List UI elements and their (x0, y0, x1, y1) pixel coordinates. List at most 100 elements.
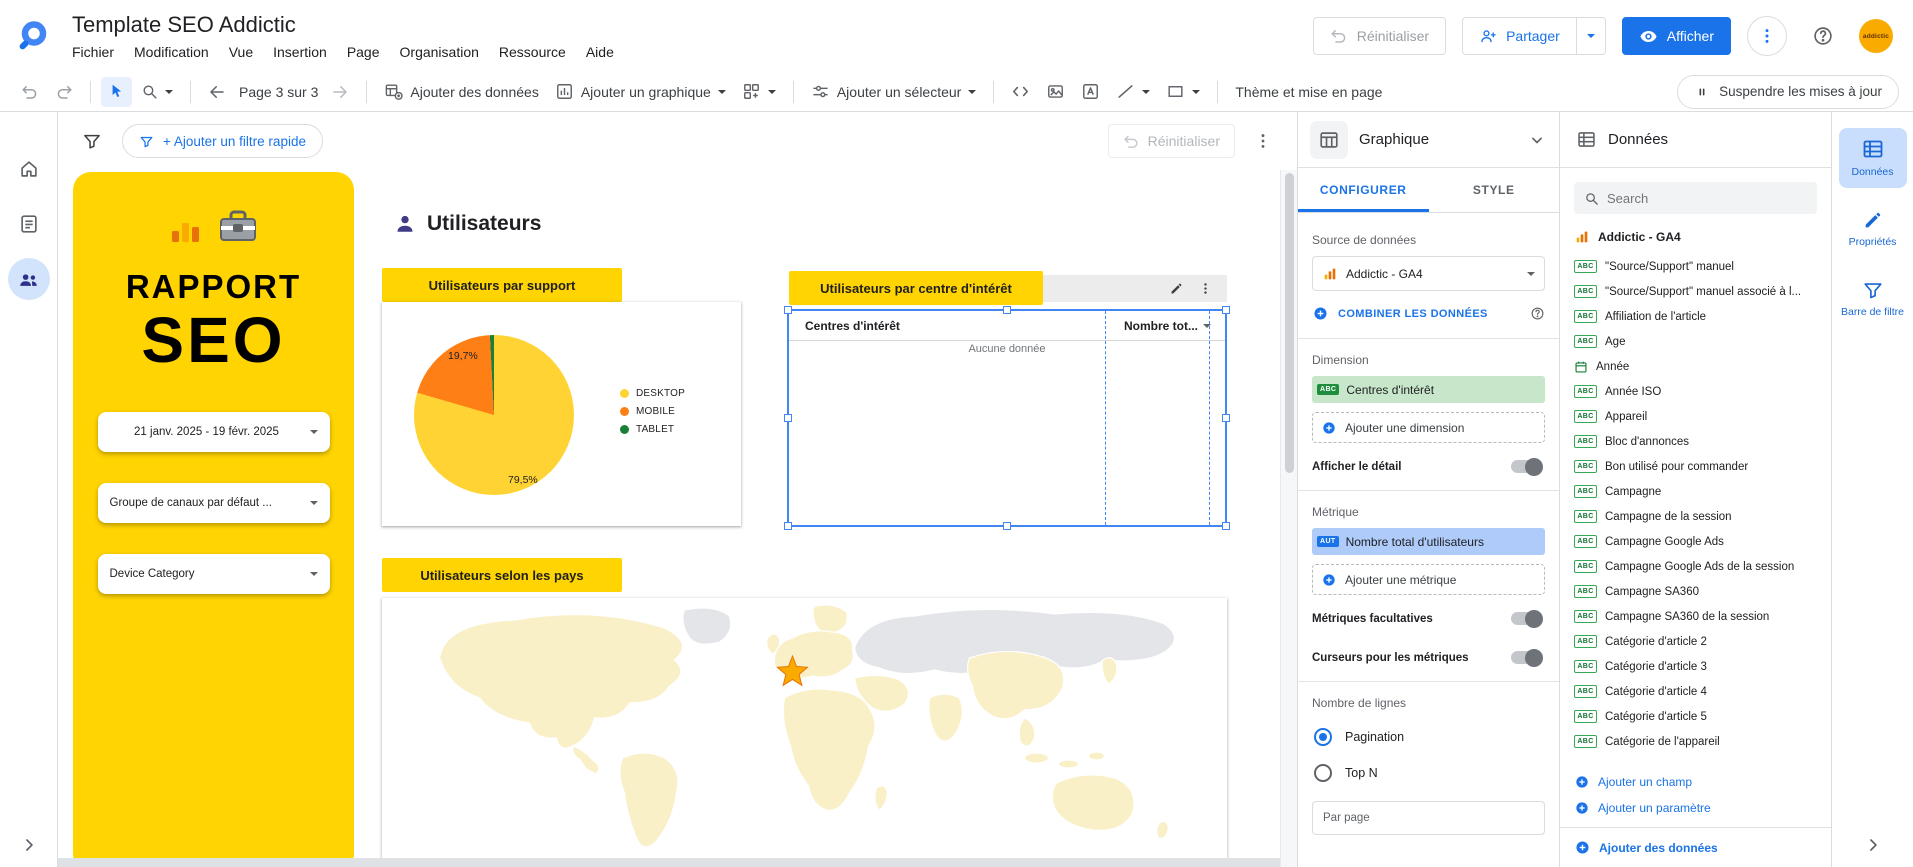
add-quick-filter-chip[interactable]: + Ajouter un filtre rapide (122, 124, 323, 158)
help-button[interactable] (1803, 16, 1843, 56)
field-item[interactable]: Année (1560, 354, 1831, 379)
tab-style[interactable]: STYLE (1429, 168, 1560, 212)
page-indicator[interactable]: Page 3 sur 3 (235, 84, 322, 100)
reset-button[interactable]: Réinitialiser (1312, 17, 1447, 55)
field-item[interactable]: ABC Catégorie de l'appareil (1560, 729, 1831, 754)
field-item[interactable]: ABC Campagne Google Ads de la session (1560, 554, 1831, 579)
field-item[interactable]: ABC Catégorie d'article 2 (1560, 629, 1831, 654)
add-metric-button[interactable]: Ajouter une métrique (1312, 564, 1545, 595)
field-item[interactable]: ABC Campagne (1560, 479, 1831, 504)
redo-button[interactable] (48, 77, 80, 107)
field-item[interactable]: ABC Catégorie d'article 3 (1560, 654, 1831, 679)
resize-handle[interactable] (1003, 306, 1011, 314)
rail-data-button[interactable]: Données (1838, 128, 1907, 189)
undo-button[interactable] (14, 77, 46, 107)
text-tool-button[interactable] (1074, 77, 1107, 107)
field-item[interactable]: ABC Affiliation de l'article (1560, 304, 1831, 329)
resize-handle[interactable] (784, 306, 792, 314)
field-item[interactable]: ABC Année ISO (1560, 379, 1831, 404)
chart-more-icon[interactable] (1196, 279, 1215, 298)
menu-vue[interactable]: Vue (219, 41, 263, 63)
menu-modification[interactable]: Modification (124, 41, 219, 63)
menu-organisation[interactable]: Organisation (390, 41, 489, 63)
rail-properties-button[interactable]: Propriétés (1839, 200, 1907, 258)
field-item[interactable]: ABC Catégorie d'article 5 (1560, 704, 1831, 729)
menu-ressource[interactable]: Ressource (489, 41, 576, 63)
view-button[interactable]: Afficher (1621, 17, 1731, 55)
field-item[interactable]: ABC Appareil (1560, 404, 1831, 429)
resize-handle[interactable] (1222, 306, 1230, 314)
canvas-reset-button[interactable]: Réinitialiser (1107, 124, 1235, 158)
page-previous-button[interactable] (201, 77, 233, 107)
filter-bar-more-button[interactable] (1253, 131, 1273, 151)
looker-studio-logo[interactable] (14, 17, 52, 55)
add-data-button[interactable]: Ajouter des données (377, 77, 545, 107)
image-tool-button[interactable] (1039, 77, 1072, 107)
menu-aide[interactable]: Aide (576, 41, 624, 63)
field-item[interactable]: ABC Âge (1560, 329, 1831, 354)
add-dimension-button[interactable]: Ajouter une dimension (1312, 412, 1545, 443)
resize-handle[interactable] (1222, 522, 1230, 530)
select-tool-button[interactable] (101, 76, 132, 107)
shape-tool-button[interactable] (1159, 77, 1207, 107)
metric-sliders-toggle[interactable] (1511, 648, 1543, 667)
field-item[interactable]: ABC Campagne de la session (1560, 504, 1831, 529)
collapse-rail-chevron[interactable] (19, 835, 39, 855)
field-item[interactable]: ABC "Source/Support" manuel (1560, 254, 1831, 279)
community-visualizations-button[interactable] (735, 77, 783, 107)
channel-group-control[interactable]: Groupe de canaux par défaut ... (97, 483, 330, 523)
share-button[interactable]: Partager (1462, 17, 1576, 55)
field-item[interactable]: ABC Bloc d'annonces (1560, 429, 1831, 454)
blend-data-button[interactable]: COMBINER LES DONNÉES (1312, 291, 1545, 334)
optional-metrics-toggle[interactable] (1511, 609, 1543, 628)
data-source-selector[interactable]: Addictic - GA4 (1312, 256, 1545, 291)
more-options-button[interactable] (1747, 16, 1787, 56)
device-category-control[interactable]: Device Category (97, 554, 330, 594)
page-next-button[interactable] (324, 77, 356, 107)
pagination-option[interactable]: Pagination (1312, 719, 1545, 755)
menu-insertion[interactable]: Insertion (263, 41, 337, 63)
top-n-option[interactable]: Top N (1312, 755, 1545, 791)
add-chart-button[interactable]: Ajouter un graphique (548, 77, 733, 107)
field-item[interactable]: ABC Bon utilisé pour commander (1560, 454, 1831, 479)
canvas-scroll-region[interactable]: RAPPORT SEO 21 janv. 2025 - 19 févr. 202… (58, 170, 1297, 867)
drill-down-toggle[interactable] (1511, 457, 1543, 476)
chart-users-by-interest[interactable]: Utilisateurs par centre d'intérêt Centre… (784, 271, 1230, 530)
menu-fichier[interactable]: Fichier (62, 41, 124, 63)
resize-handle[interactable] (784, 522, 792, 530)
table-column-metric[interactable]: Nombre tot... (1124, 319, 1211, 333)
canvas-vertical-scrollbar[interactable] (1280, 170, 1297, 867)
tab-configure[interactable]: CONFIGURER (1298, 168, 1429, 212)
field-item[interactable]: ABC Campagne SA360 (1560, 579, 1831, 604)
reports-nav-button[interactable] (8, 203, 50, 245)
resize-handle[interactable] (1222, 414, 1230, 422)
field-item[interactable]: ABC "Source/Support" manuel associé à l..… (1560, 279, 1831, 304)
resize-handle[interactable] (784, 414, 792, 422)
avatar[interactable]: addictic (1859, 19, 1893, 53)
selected-table-chart[interactable]: Centres d'intérêt Nombre tot... Aucune d… (784, 306, 1230, 530)
sharing-nav-button[interactable] (7, 258, 50, 300)
field-item[interactable]: ABC Campagne SA360 de la session (1560, 604, 1831, 629)
collapse-right-rail-chevron[interactable] (1863, 835, 1883, 855)
add-data-footer-button[interactable]: Ajouter des données (1560, 827, 1831, 867)
add-selector-button[interactable]: Ajouter un sélecteur (804, 77, 984, 107)
blend-help-icon[interactable] (1530, 306, 1545, 321)
report-page[interactable]: RAPPORT SEO 21 janv. 2025 - 19 févr. 202… (58, 170, 1280, 858)
per-page-field[interactable]: Par page (1312, 801, 1545, 835)
add-parameter-button[interactable]: Ajouter un paramètre (1560, 795, 1831, 821)
embed-tool-button[interactable] (1004, 77, 1037, 107)
collapse-panel-chevron[interactable] (1527, 130, 1547, 150)
table-column-dimension[interactable]: Centres d'intérêt (805, 319, 900, 333)
search-input[interactable] (1607, 190, 1807, 206)
pause-updates-button[interactable]: Suspendre les mises à jour (1677, 74, 1899, 109)
resize-handle[interactable] (1003, 522, 1011, 530)
chart-users-by-device[interactable]: Utilisateurs par support 19,7% 79,5% DES… (382, 268, 741, 526)
add-field-button[interactable]: Ajouter un champ (1560, 769, 1831, 795)
data-panel-source[interactable]: Addictic - GA4 (1560, 220, 1831, 252)
line-tool-button[interactable] (1109, 77, 1157, 107)
pie-chart[interactable] (414, 335, 574, 495)
chart-users-by-country[interactable]: Utilisateurs selon les pays (382, 558, 1227, 858)
edit-pencil-icon[interactable] (1167, 279, 1186, 298)
theme-layout-button[interactable]: Thème et mise en page (1228, 77, 1389, 107)
home-nav-button[interactable] (8, 148, 50, 190)
